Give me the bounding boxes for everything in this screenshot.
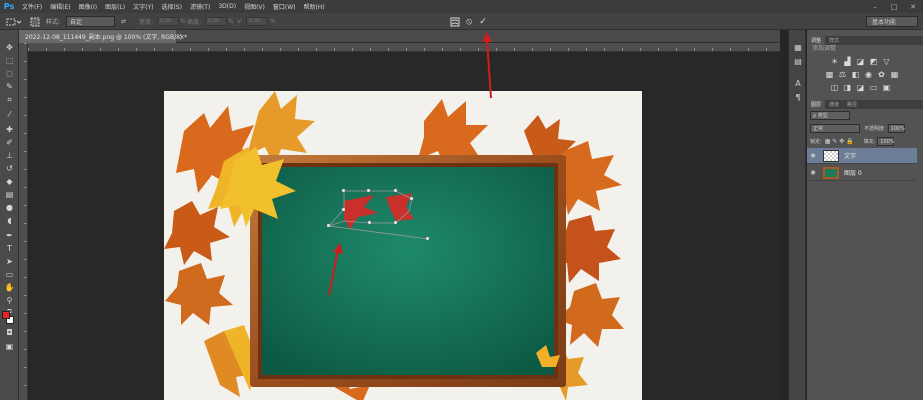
photo-filter-icon[interactable]: ◉ — [864, 70, 873, 79]
color-lookup-icon[interactable]: ▦ — [890, 70, 899, 79]
curves-icon[interactable]: ◪ — [856, 57, 865, 66]
adjustments-title: 添加调整 — [812, 45, 837, 52]
paragraph-panel-icon[interactable]: ¶ — [792, 92, 804, 103]
lock-icons[interactable]: ▦ ✎ ✥ 🔒 — [825, 138, 854, 145]
levels-icon[interactable]: ▟ — [843, 57, 852, 66]
invert-icon[interactable]: ◫ — [830, 83, 839, 92]
fill-value: 100% — [880, 138, 895, 145]
visibility-eye-icon[interactable]: ◉ — [807, 152, 819, 159]
layer-filter-row: ρ 类型 — [810, 110, 918, 120]
layers-tabs: 图层 通道 路径 — [807, 100, 923, 109]
layer-filter-select[interactable]: ρ 类型 — [810, 110, 850, 120]
arrow-to-text — [328, 249, 339, 296]
fill-field[interactable]: 100% — [877, 137, 895, 146]
tab-layers[interactable]: 图层 — [807, 100, 826, 109]
visibility-eye-icon[interactable]: ◉ — [807, 169, 819, 176]
right-panels: 调整 样式 添加调整 ☀ ▟ ◪ ◩ ▽ ▩ ⚖ ◧ ◉ ✿ ▦ ◫ ◨ ◪ ▭… — [807, 30, 923, 400]
exposure-icon[interactable]: ◩ — [869, 57, 878, 66]
blend-mode-select[interactable]: 正常 — [810, 124, 860, 133]
character-panel-icon[interactable]: A — [792, 78, 804, 89]
panel-icon-strip: ▦ ▤ A ¶ — [788, 30, 806, 400]
fill-label: 填充: — [863, 139, 876, 145]
layer-thumbnail — [823, 149, 839, 162]
lock-label: 锁定: — [810, 139, 822, 145]
channel-mixer-icon[interactable]: ✿ — [877, 70, 886, 79]
blend-mode-value: 正常 — [813, 126, 824, 132]
annotation-arrows — [328, 32, 492, 296]
lock-row: 锁定: ▦ ✎ ✥ 🔒 填充: 100% — [810, 136, 920, 147]
black-white-icon[interactable]: ◧ — [851, 70, 860, 79]
opacity-value: 100% — [890, 125, 905, 132]
layer-name: 图层 0 — [844, 170, 862, 177]
properties-panel-icon[interactable]: ▤ — [792, 56, 804, 67]
layer-filter-value: ρ 类型 — [813, 112, 828, 119]
opacity-field[interactable]: 100% — [887, 124, 905, 133]
vibrance-icon[interactable]: ▽ — [882, 57, 891, 66]
layer-name: 文字 — [844, 153, 857, 160]
history-panel-icon[interactable]: ▦ — [792, 42, 804, 53]
color-balance-icon[interactable]: ⚖ — [838, 70, 847, 79]
hue-saturation-icon[interactable]: ▩ — [825, 70, 834, 79]
gradient-map-icon[interactable]: ▭ — [869, 83, 878, 92]
selective-color-icon[interactable]: ▣ — [882, 83, 891, 92]
arrow-to-commit-button — [486, 39, 492, 99]
layer-thumbnail — [823, 166, 839, 179]
layer-row-text[interactable]: ◉ 文字 — [807, 148, 917, 164]
posterize-icon[interactable]: ◨ — [843, 83, 852, 92]
tab-channels[interactable]: 通道 — [825, 100, 843, 109]
threshold-icon[interactable]: ◪ — [856, 83, 865, 92]
photoshop-window: Ps 文件(F) 编辑(E) 图像(I) 图层(L) 文字(Y) 选择(S) 滤… — [0, 0, 923, 400]
layer-row-background[interactable]: ◉ 图层 0 — [807, 165, 917, 181]
tab-paths[interactable]: 路径 — [843, 100, 861, 109]
blend-row: 正常 不透明度: 100% — [810, 123, 920, 134]
brightness-icon[interactable]: ☀ — [830, 57, 839, 66]
opacity-label: 不透明度: — [864, 126, 886, 132]
